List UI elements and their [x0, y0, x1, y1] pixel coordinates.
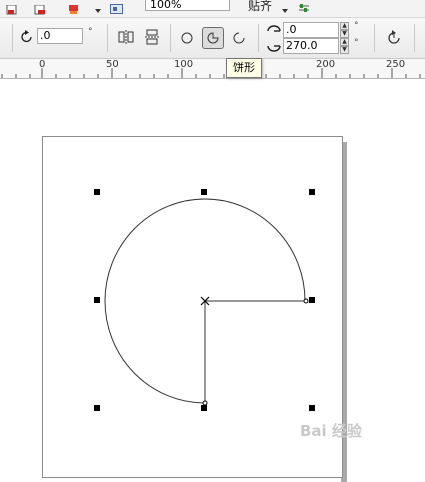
- ruler-label: 50: [106, 59, 119, 70]
- mirror-vertical-button[interactable]: [143, 27, 163, 47]
- end-angle-degree-unit: °: [354, 38, 359, 48]
- mirror-horizontal-button[interactable]: [116, 27, 136, 47]
- standard-toolbar: 100% 贴齐: [0, 0, 425, 18]
- arc-mode-button[interactable]: [229, 28, 249, 48]
- change-direction-button[interactable]: [384, 28, 404, 48]
- start-angle-spin-down[interactable]: ▼: [340, 30, 349, 38]
- ruler-ticks: [1, 68, 421, 78]
- ruler-label: 200: [316, 59, 336, 70]
- selection-handle[interactable]: [309, 405, 315, 411]
- zoom-level-value: 100%: [150, 0, 182, 11]
- options-icon[interactable]: [298, 0, 310, 12]
- selection-handle[interactable]: [94, 405, 100, 411]
- watermark: Bai 经验: [300, 422, 362, 440]
- application-launcher-icon[interactable]: [68, 0, 80, 14]
- toolbar-separator: [414, 24, 415, 52]
- pie-tooltip: 饼形: [226, 58, 262, 78]
- end-angle-spin-down[interactable]: ▼: [340, 46, 349, 54]
- toolbar-separator: [374, 24, 375, 52]
- end-angle-value: 270.0: [286, 39, 318, 52]
- selection-handle[interactable]: [309, 189, 315, 195]
- snap-to-menu[interactable]: 贴齐: [248, 0, 272, 14]
- start-angle-degree-unit: °: [354, 21, 359, 31]
- horizontal-ruler[interactable]: 0 50 100 200 250: [0, 59, 425, 79]
- drawing-page[interactable]: [42, 136, 343, 478]
- chevron-down-icon[interactable]: [281, 0, 289, 13]
- zoom-level-select[interactable]: 100%: [145, 0, 230, 11]
- end-angle-spin-up[interactable]: ▲: [340, 38, 349, 46]
- selection-handle[interactable]: [201, 405, 207, 411]
- start-angle-spin-up[interactable]: ▲: [340, 22, 349, 30]
- start-angle-icon: [266, 22, 282, 36]
- rotation-angle-value: .0: [40, 29, 51, 42]
- chevron-down-icon[interactable]: [94, 0, 102, 13]
- selection-handle[interactable]: [309, 297, 315, 303]
- pie-mode-button[interactable]: [202, 27, 224, 49]
- import-icon[interactable]: [6, 0, 18, 15]
- ruler-label: 250: [386, 59, 406, 70]
- ruler-label: 0: [39, 59, 46, 70]
- start-angle-input[interactable]: .0: [283, 22, 339, 38]
- toolbar-separator: [12, 24, 13, 52]
- toolbar-separator: [170, 24, 171, 52]
- toolbar-separator: [107, 24, 108, 52]
- selection-handle[interactable]: [94, 189, 100, 195]
- toolbar-separator: [258, 24, 259, 52]
- rotation-icon: [20, 29, 34, 43]
- rotation-angle-input[interactable]: .0: [37, 28, 83, 44]
- end-angle-icon: [266, 39, 282, 53]
- ellipse-mode-button[interactable]: [177, 28, 197, 48]
- export-icon[interactable]: [34, 0, 48, 15]
- ruler-label: 100: [174, 59, 194, 70]
- welcome-screen-icon[interactable]: [110, 0, 124, 14]
- tooltip-text: 饼形: [233, 61, 255, 74]
- selection-handle[interactable]: [201, 189, 207, 195]
- end-angle-input[interactable]: 270.0: [283, 38, 339, 54]
- rotation-degree-unit: °: [88, 27, 93, 37]
- selection-handle[interactable]: [94, 297, 100, 303]
- start-angle-value: .0: [286, 23, 297, 36]
